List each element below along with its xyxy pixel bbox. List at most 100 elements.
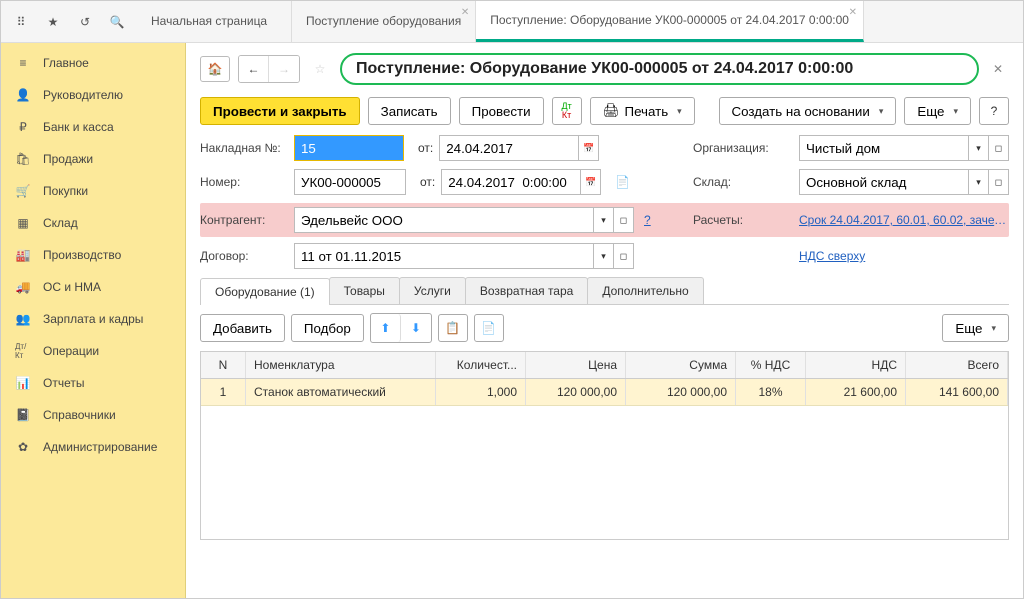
tab-label: Начальная страница (151, 14, 277, 29)
th-n[interactable]: N (201, 352, 246, 378)
tab-document[interactable]: Поступление: Оборудование УК00-000005 от… (476, 1, 864, 42)
subtab-services[interactable]: Услуги (399, 277, 466, 304)
sidebar-item-admin[interactable]: ✿Администрирование (1, 431, 185, 463)
chart-icon: 📊 (15, 375, 31, 391)
subtab-goods[interactable]: Товары (329, 277, 400, 304)
sidebar-item-label: Операции (43, 344, 99, 358)
print-button[interactable]: 🖨Печать (590, 97, 695, 125)
save-button[interactable]: Записать (368, 97, 451, 125)
move-down-button[interactable]: ⬇ (401, 314, 431, 342)
open-icon[interactable]: ◻ (989, 135, 1009, 161)
chevron-down-icon[interactable]: ▾ (969, 169, 989, 195)
th-quantity[interactable]: Количест... (436, 352, 526, 378)
contract-input[interactable] (294, 243, 594, 269)
post-button[interactable]: Провести (459, 97, 544, 125)
page-close-button[interactable]: ✕ (987, 62, 1009, 76)
more-button[interactable]: Еще (904, 97, 971, 125)
sidebar-item-payroll[interactable]: 👥Зарплата и кадры (1, 303, 185, 335)
th-sum[interactable]: Сумма (626, 352, 736, 378)
organization-input[interactable] (799, 135, 969, 161)
sidebar-item-assets[interactable]: 🚚ОС и НМА (1, 271, 185, 303)
chevron-down-icon[interactable]: ▾ (969, 135, 989, 161)
menu-icon: ≡ (15, 55, 31, 71)
sidebar-item-sales[interactable]: 🛍Продажи (1, 143, 185, 175)
forward-button[interactable]: → (269, 56, 299, 82)
sidebar-item-label: Отчеты (43, 376, 84, 390)
sidebar-item-warehouse[interactable]: ▦Склад (1, 207, 185, 239)
sidebar-item-catalogs[interactable]: 📓Справочники (1, 399, 185, 431)
th-price[interactable]: Цена (526, 352, 626, 378)
counterparty-input[interactable] (294, 207, 594, 233)
open-icon[interactable]: ◻ (614, 207, 634, 233)
subtab-extra[interactable]: Дополнительно (587, 277, 703, 304)
book-icon: 📓 (15, 407, 31, 423)
invoice-number-input[interactable] (294, 135, 404, 161)
sidebar-item-bank[interactable]: ₽Банк и касса (1, 111, 185, 143)
calculations-link[interactable]: Срок 24.04.2017, 60.01, 60.02, зачет ... (799, 213, 1009, 227)
vat-mode-link[interactable]: НДС сверху (799, 249, 1009, 263)
cell-n: 1 (201, 379, 246, 405)
sidebar-item-operations[interactable]: Дт/КтОперации (1, 335, 185, 367)
dtkt-button[interactable]: ДтКт (552, 97, 582, 125)
invoice-date-input[interactable] (439, 135, 579, 161)
help-button[interactable]: ? (979, 97, 1009, 125)
open-icon[interactable]: ◻ (989, 169, 1009, 195)
table-more-button[interactable]: Еще (942, 314, 1009, 342)
move-up-button[interactable]: ⬆ (371, 314, 401, 342)
subtab-equipment[interactable]: Оборудование (1) (200, 278, 330, 305)
sidebar-item-reports[interactable]: 📊 Отчеты (1, 367, 185, 399)
add-row-button[interactable]: Добавить (200, 314, 285, 342)
apps-icon[interactable]: ⠿ (9, 10, 33, 34)
warehouse-input[interactable] (799, 169, 969, 195)
sidebar-item-main[interactable]: ≡ Главное (1, 47, 185, 79)
datetime-input[interactable] (441, 169, 581, 195)
gear-icon: ✿ (15, 439, 31, 455)
history-icon[interactable]: ↺ (73, 10, 97, 34)
sidebar-item-manager[interactable]: 👤Руководителю (1, 79, 185, 111)
number-input[interactable] (294, 169, 406, 195)
chevron-down-icon[interactable]: ▾ (594, 243, 614, 269)
sub-tab-bar: Оборудование (1) Товары Услуги Возвратна… (200, 277, 1009, 305)
close-icon[interactable]: ✕ (849, 7, 857, 18)
th-nomenclature[interactable]: Номенклатура (246, 352, 436, 378)
counterparty-label: Контрагент: (200, 213, 288, 227)
search-icon[interactable]: 🔍 (105, 10, 129, 34)
subtab-returnable[interactable]: Возвратная тара (465, 277, 589, 304)
cell-sum: 120 000,00 (626, 379, 736, 405)
home-button[interactable]: 🏠 (200, 56, 230, 82)
bag-icon: 🛍 (15, 151, 31, 167)
items-table: N Номенклатура Количест... Цена Сумма % … (200, 351, 1009, 540)
post-and-close-button[interactable]: Провести и закрыть (200, 97, 360, 125)
tab-start-page[interactable]: Начальная страница (137, 1, 292, 42)
paste-button[interactable]: 📄 (474, 314, 504, 342)
favorite-icon[interactable]: ☆ (308, 57, 332, 81)
sidebar-item-label: Главное (43, 56, 89, 70)
open-icon[interactable]: ◻ (614, 243, 634, 269)
chevron-down-icon[interactable]: ▾ (594, 207, 614, 233)
cell-total: 141 600,00 (906, 379, 1008, 405)
ruble-icon: ₽ (15, 119, 31, 135)
table-row[interactable]: 1 Станок автоматический 1,000 120 000,00… (201, 379, 1008, 406)
th-total[interactable]: Всего (906, 352, 1008, 378)
invoice-label: Накладная №: (200, 141, 288, 155)
sidebar-item-production[interactable]: 🏭Производство (1, 239, 185, 271)
pick-button[interactable]: Подбор (291, 314, 364, 342)
back-button[interactable]: ← (239, 56, 269, 82)
star-icon[interactable]: ★ (41, 10, 65, 34)
sidebar-item-label: Зарплата и кадры (43, 312, 143, 326)
sidebar-item-purchases[interactable]: 🛒Покупки (1, 175, 185, 207)
close-icon[interactable]: ✕ (461, 7, 469, 18)
number-label: Номер: (200, 175, 288, 189)
th-vat-percent[interactable]: % НДС (736, 352, 806, 378)
counterparty-help-link[interactable]: ? (644, 213, 651, 227)
printer-icon: 🖨 (603, 103, 620, 119)
person-icon: 👤 (15, 87, 31, 103)
tab-equipment-receipt[interactable]: Поступление оборудования ✕ (292, 1, 476, 42)
th-vat[interactable]: НДС (806, 352, 906, 378)
copy-button[interactable]: 📋 (438, 314, 468, 342)
warehouse-label: Склад: (693, 175, 793, 189)
create-based-button[interactable]: Создать на основании (719, 97, 897, 125)
page-title: Поступление: Оборудование УК00-000005 от… (340, 53, 979, 85)
calendar-icon[interactable]: 📅 (581, 169, 601, 195)
calendar-icon[interactable]: 📅 (579, 135, 599, 161)
